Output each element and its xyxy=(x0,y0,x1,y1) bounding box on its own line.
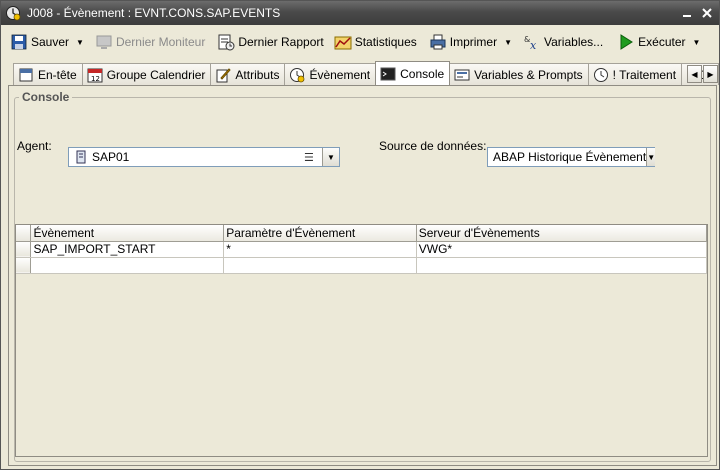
main-window: J008 - Évènement : EVNT.CONS.SAP.EVENTS … xyxy=(0,0,720,470)
cell-event-parameter[interactable] xyxy=(223,257,417,274)
header-icon xyxy=(19,68,33,81)
last-report-label: Dernier Rapport xyxy=(238,35,324,49)
statistics-chart-icon xyxy=(334,36,352,50)
window-title: J008 - Évènement : EVNT.CONS.SAP.EVENTS xyxy=(27,6,281,20)
source-dropdown-button[interactable]: ▼ xyxy=(646,148,656,166)
cell-event-parameter[interactable]: * xyxy=(223,241,417,258)
title-bar[interactable]: J008 - Évènement : EVNT.CONS.SAP.EVENTS xyxy=(1,1,719,25)
variables-label: Variables... xyxy=(544,35,604,49)
tab-bar: En-tête 12 Groupe Calendrier Attributs É… xyxy=(13,61,720,85)
source-value: ABAP Historique Évènement xyxy=(493,150,647,164)
variables-prompts-icon xyxy=(454,69,470,80)
console-group: Console Agent: SAP01 ☰ ▼ Source de donné… xyxy=(14,90,711,462)
table-row[interactable]: SAP_IMPORT_START * VWG* xyxy=(16,241,708,258)
svg-text:x: x xyxy=(530,39,537,51)
monitor-icon xyxy=(96,35,112,49)
save-label: Sauver xyxy=(31,35,70,49)
tab-attributes-label: Attributs xyxy=(235,67,280,82)
execute-label: Exécuter xyxy=(638,35,686,49)
agent-value: SAP01 xyxy=(92,150,130,164)
statistics-button[interactable]: Statistiques xyxy=(331,30,420,54)
list-icon[interactable]: ☰ xyxy=(304,151,318,164)
play-icon xyxy=(620,34,634,50)
chevron-down-icon: ▼ xyxy=(647,152,656,162)
tab-event-label: Évènement xyxy=(309,67,371,82)
table-header-row: Évènement Paramètre d'Évènement Serveur … xyxy=(16,225,708,242)
tab-event[interactable]: Évènement xyxy=(284,63,377,85)
close-button[interactable] xyxy=(699,5,715,21)
tab-calendar-group-label: Groupe Calendrier xyxy=(106,67,206,82)
column-header-event[interactable]: Évènement xyxy=(30,225,225,242)
agent-label: Agent: xyxy=(17,139,52,153)
chevron-down-icon: ▼ xyxy=(327,152,335,162)
tab-header-label: En-tête xyxy=(38,67,77,82)
console-panel: Console Agent: SAP01 ☰ ▼ Source de donné… xyxy=(8,85,717,466)
close-icon xyxy=(702,8,712,18)
attributes-pencil-icon xyxy=(216,67,232,82)
tab-variables-prompts-label: Variables & Prompts xyxy=(474,67,583,82)
variables-icon: & x xyxy=(524,35,537,51)
minimize-button[interactable] xyxy=(679,5,695,21)
arrow-right-icon: ▶ xyxy=(707,69,714,79)
row-header[interactable] xyxy=(16,241,32,258)
tab-processing-label: ! Traitement xyxy=(612,67,677,82)
last-monitor-label: Dernier Moniteur xyxy=(115,35,206,49)
console-group-title: Console xyxy=(19,90,73,104)
console-icon xyxy=(380,67,396,80)
report-clock-icon xyxy=(218,34,235,51)
save-button[interactable]: Sauver xyxy=(7,30,72,54)
execute-dropdown-arrow[interactable]: ▼ xyxy=(693,38,701,47)
print-button[interactable]: Imprimer xyxy=(426,30,500,54)
agent-server-icon xyxy=(76,150,86,164)
tab-scroll-left-button[interactable]: ◀ xyxy=(687,65,702,83)
tab-header[interactable]: En-tête xyxy=(13,63,83,85)
job-event-icon xyxy=(6,6,21,21)
variables-button[interactable]: & x Variables... xyxy=(520,30,606,54)
source-label: Source de données: xyxy=(379,139,487,153)
tab-scroll-right-button[interactable]: ▶ xyxy=(703,65,718,83)
tab-console-label: Console xyxy=(400,66,445,81)
tab-calendar-group[interactable]: 12 Groupe Calendrier xyxy=(81,63,212,85)
tab-console[interactable]: Console xyxy=(375,61,451,85)
last-report-button[interactable]: Dernier Rapport xyxy=(214,30,326,54)
agent-field[interactable]: SAP01 ☰ ▼ xyxy=(68,147,340,167)
agent-dropdown-button[interactable]: ▼ xyxy=(322,148,339,166)
print-label: Imprimer xyxy=(449,35,498,49)
last-monitor-button[interactable]: Dernier Moniteur xyxy=(92,30,208,54)
printer-icon xyxy=(430,34,446,50)
cell-event-server[interactable]: VWG* xyxy=(416,241,708,258)
cell-event[interactable] xyxy=(30,257,225,274)
minimize-icon xyxy=(683,15,691,17)
floppy-disk-icon xyxy=(11,34,27,50)
table-row[interactable] xyxy=(16,257,708,274)
cell-event-server[interactable] xyxy=(416,257,708,274)
row-header[interactable] xyxy=(16,257,32,274)
calendar-icon: 12 xyxy=(87,68,103,83)
tab-processing[interactable]: ! Traitement xyxy=(587,63,683,85)
processing-clock-icon xyxy=(593,67,608,82)
arrow-left-icon: ◀ xyxy=(691,69,698,79)
row-header-corner xyxy=(16,225,32,242)
event-table: Évènement Paramètre d'Évènement Serveur … xyxy=(16,225,708,274)
cell-event[interactable]: SAP_IMPORT_START xyxy=(30,241,225,258)
event-table-container: Évènement Paramètre d'Évènement Serveur … xyxy=(15,224,708,457)
tab-variables-prompts[interactable]: Variables & Prompts xyxy=(449,63,589,85)
svg-text:12: 12 xyxy=(91,75,100,83)
source-select[interactable]: ABAP Historique Évènement ▼ xyxy=(487,147,656,167)
tab-attributes[interactable]: Attributs xyxy=(210,63,286,85)
statistics-label: Statistiques xyxy=(354,35,417,49)
save-dropdown-arrow[interactable]: ▼ xyxy=(76,38,84,47)
print-dropdown-arrow[interactable]: ▼ xyxy=(504,38,512,47)
event-clock-icon xyxy=(290,67,305,82)
execute-button[interactable]: Exécuter xyxy=(614,30,688,54)
column-header-event-parameter[interactable]: Paramètre d'Évènement xyxy=(223,225,417,242)
toolbar: Sauver ▼ Dernier Moniteur Dernier Rappor… xyxy=(1,27,719,57)
column-header-event-server[interactable]: Serveur d'Évènements xyxy=(416,225,708,242)
